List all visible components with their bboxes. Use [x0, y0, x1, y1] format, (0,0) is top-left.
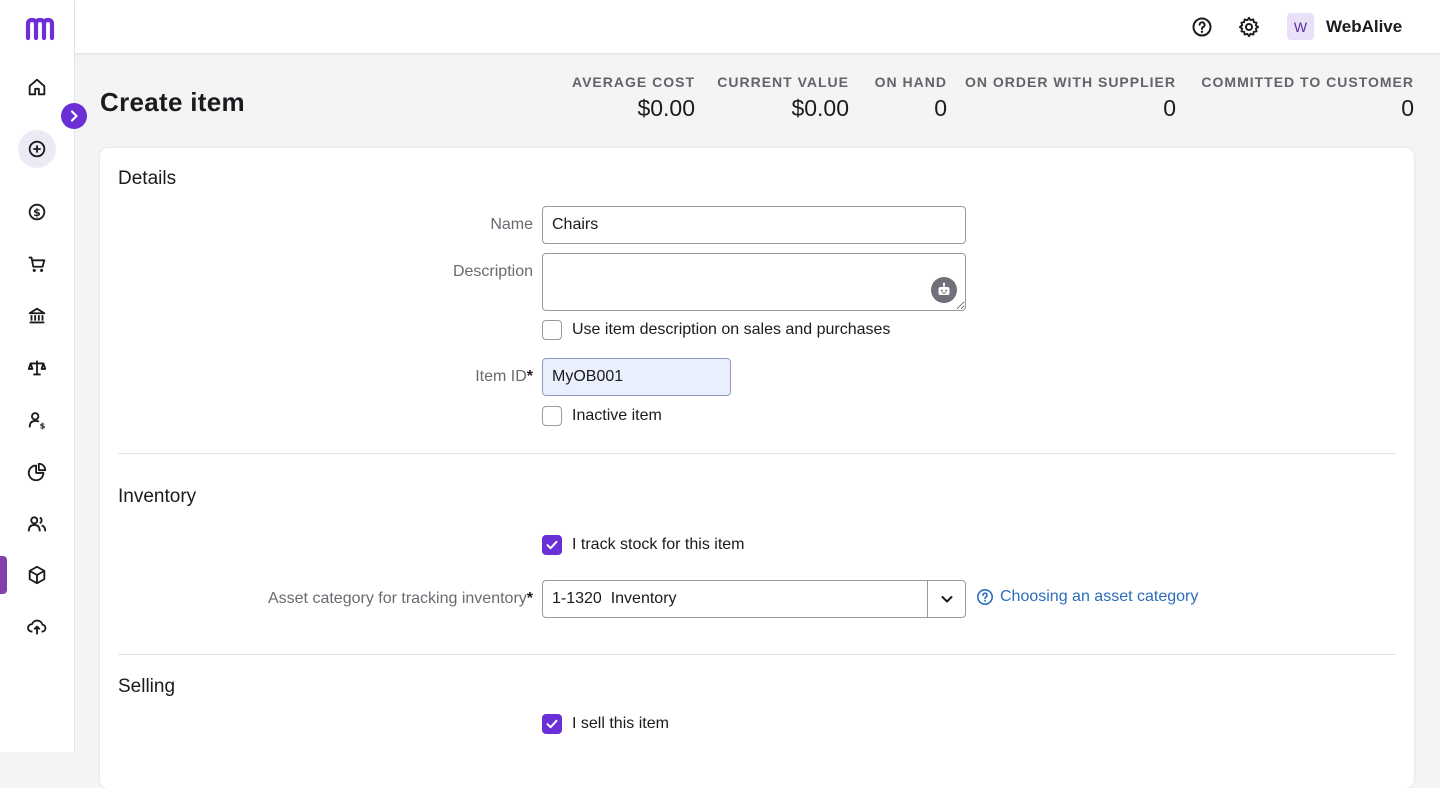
- nav-accounting[interactable]: [18, 349, 56, 387]
- asset-category-label: Asset category for tracking inventory*: [268, 590, 533, 608]
- asset-category-select[interactable]: 1-1320 Inventory: [542, 580, 966, 618]
- create-icon: [28, 140, 46, 158]
- active-nav-indicator: [0, 556, 7, 594]
- business-name[interactable]: WebAlive: [1326, 17, 1402, 37]
- stat-value: 0: [934, 95, 947, 121]
- avatar[interactable]: W: [1287, 13, 1314, 40]
- upload-icon: [27, 619, 47, 635]
- chevron-right-icon: [70, 110, 78, 122]
- checkbox-box[interactable]: [542, 535, 562, 555]
- stat-label: CURRENT VALUE: [717, 74, 849, 90]
- help-link-text[interactable]: Choosing an asset category: [1000, 588, 1198, 606]
- selling-section-title: Selling: [118, 676, 176, 697]
- gear-icon[interactable]: [1237, 15, 1261, 39]
- inventory-icon: [28, 565, 46, 585]
- section-divider: [118, 453, 1396, 454]
- stat-value: 0: [1401, 95, 1414, 121]
- use-description-checkbox[interactable]: Use item description on sales and purcha…: [542, 320, 890, 340]
- contacts-icon: [27, 516, 47, 532]
- sales-icon: $: [28, 203, 46, 221]
- stat-current-value: CURRENT VALUE $0.00: [717, 74, 849, 122]
- nav-upload[interactable]: [18, 608, 56, 646]
- checkbox-box[interactable]: [542, 320, 562, 340]
- top-bar: W WebAlive: [75, 0, 1440, 54]
- name-input[interactable]: [542, 206, 966, 244]
- item-form-card: Details Name Description Use item descri…: [100, 148, 1414, 788]
- expand-sidebar-button[interactable]: [61, 103, 87, 129]
- asset-category-value: 1-1320 Inventory: [552, 590, 677, 607]
- svg-text:$: $: [40, 420, 46, 430]
- use-description-label: Use item description on sales and purcha…: [572, 321, 891, 338]
- required-mark: *: [526, 368, 533, 385]
- checkmark-icon: [546, 719, 558, 729]
- stat-label: ON ORDER WITH SUPPLIER: [964, 74, 1176, 90]
- svg-text:$: $: [33, 206, 41, 219]
- stat-average-cost: AVERAGE COST $0.00: [572, 74, 695, 122]
- stat-value: 0: [1163, 95, 1176, 121]
- nav-banking[interactable]: [18, 297, 56, 335]
- help-icon[interactable]: [1190, 15, 1214, 39]
- item-id-input[interactable]: [542, 358, 731, 396]
- sell-item-label: I sell this item: [572, 715, 669, 732]
- sell-item-checkbox[interactable]: I sell this item: [542, 714, 669, 734]
- home-icon: [28, 78, 46, 96]
- stat-label: COMMITTED TO CUSTOMER: [1201, 74, 1414, 90]
- payroll-icon: $: [28, 412, 46, 430]
- stat-value: $0.00: [791, 95, 849, 121]
- page-title: Create item: [100, 87, 245, 117]
- nav-sales[interactable]: $: [18, 193, 56, 231]
- nav-payroll[interactable]: $: [18, 401, 56, 439]
- name-label: Name: [490, 216, 533, 233]
- checkbox-box[interactable]: [542, 714, 562, 734]
- checkbox-box[interactable]: [542, 406, 562, 426]
- asset-category-label-text: Asset category for tracking inventory: [267, 590, 527, 607]
- checkmark-icon: [546, 540, 558, 550]
- robot-icon: [938, 282, 950, 295]
- track-stock-checkbox[interactable]: I track stock for this item: [542, 535, 744, 555]
- details-section-title: Details: [118, 168, 177, 189]
- ai-assist-button[interactable]: [931, 277, 957, 303]
- stat-label: ON HAND: [874, 74, 947, 90]
- purchases-icon: [28, 256, 46, 272]
- inactive-item-checkbox[interactable]: Inactive item: [542, 406, 662, 426]
- inactive-item-label: Inactive item: [572, 407, 662, 424]
- asset-category-toggle[interactable]: [927, 581, 965, 617]
- inventory-section-title: Inventory: [118, 486, 197, 507]
- asset-category-help-link[interactable]: Choosing an asset category: [976, 588, 1198, 606]
- item-id-label-text: Item ID: [475, 368, 527, 385]
- nav-contacts[interactable]: [18, 505, 56, 543]
- accounting-icon: [27, 360, 47, 376]
- nav-create[interactable]: [18, 130, 56, 168]
- reports-icon: [27, 462, 47, 482]
- required-mark: *: [526, 590, 533, 607]
- stat-committed: COMMITTED TO CUSTOMER 0: [1201, 74, 1414, 122]
- nav-purchases[interactable]: [18, 245, 56, 283]
- nav-inventory[interactable]: [18, 556, 56, 594]
- nav-home[interactable]: [18, 68, 56, 106]
- track-stock-label: I track stock for this item: [572, 536, 745, 553]
- description-input[interactable]: [542, 253, 966, 311]
- stat-on-order: ON ORDER WITH SUPPLIER 0: [965, 74, 1176, 122]
- banking-icon: [28, 307, 46, 324]
- help-circle-icon: [977, 589, 993, 605]
- stat-on-hand: ON HAND 0: [875, 74, 947, 122]
- description-label: Description: [452, 263, 533, 280]
- stat-label: AVERAGE COST: [572, 74, 695, 90]
- stat-value: $0.00: [637, 95, 695, 121]
- chevron-down-icon: [941, 596, 952, 603]
- item-id-label: Item ID*: [475, 368, 533, 386]
- section-divider: [118, 654, 1396, 655]
- myob-logo-icon[interactable]: [24, 14, 56, 44]
- nav-reports[interactable]: [18, 453, 56, 491]
